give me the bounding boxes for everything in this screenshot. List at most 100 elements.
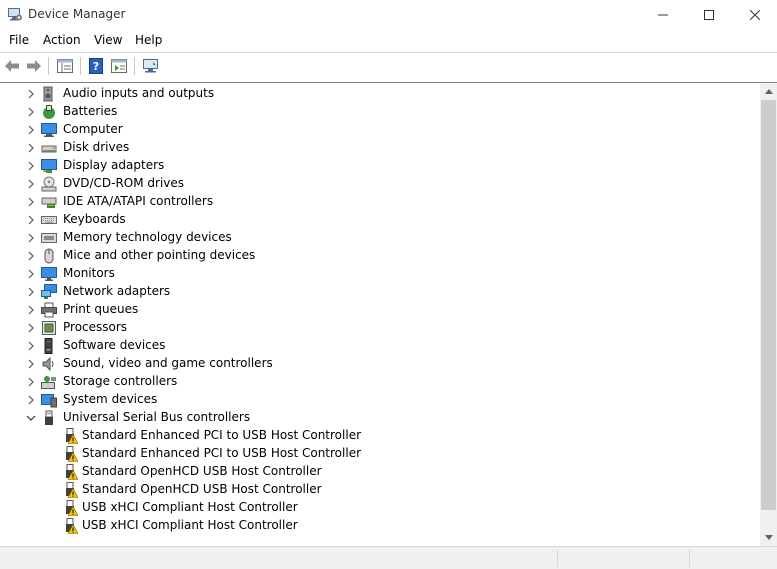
tree-category-universal-serial-bus-controllers[interactable]: Universal Serial Bus controllers <box>0 409 758 427</box>
back-button[interactable] <box>2 56 22 76</box>
tree-category-processors[interactable]: Processors <box>0 319 758 337</box>
usb-warning-icon <box>66 518 78 534</box>
usb-warning-icon <box>66 500 78 516</box>
menu-help[interactable]: Help <box>133 33 164 47</box>
chevron-right-icon[interactable] <box>26 160 36 172</box>
network-adapter-icon <box>41 284 57 299</box>
tree-device-label: Standard Enhanced PCI to USB Host Contro… <box>82 446 362 460</box>
chevron-right-icon[interactable] <box>26 358 36 370</box>
tree-category-ide-ata-atapi-controllers[interactable]: IDE ATA/ATAPI controllers <box>0 193 758 211</box>
tree-category-label: Audio inputs and outputs <box>63 86 215 100</box>
scroll-up-arrow-icon <box>764 89 773 94</box>
back-arrow-icon <box>5 60 19 72</box>
toolbar-separator <box>80 57 81 75</box>
computer-icon <box>41 123 57 137</box>
usb-warning-icon <box>66 482 78 498</box>
tree-device-usb-controller[interactable]: USB xHCI Compliant Host Controller <box>0 517 758 535</box>
tree-category-system-devices[interactable]: System devices <box>0 391 758 409</box>
chevron-right-icon[interactable] <box>26 196 36 208</box>
tree-category-label: IDE ATA/ATAPI controllers <box>63 194 214 208</box>
tree-category-dvd-cd-rom-drives[interactable]: DVD/CD-ROM drives <box>0 175 758 193</box>
tree-category-computer[interactable]: Computer <box>0 121 758 139</box>
menu-bar: File Action View Help <box>0 30 777 52</box>
scroll-down-button[interactable] <box>760 529 777 546</box>
tree-category-audio-inputs-and-outputs[interactable]: Audio inputs and outputs <box>0 85 758 103</box>
tree-device-usb-controller[interactable]: Standard Enhanced PCI to USB Host Contro… <box>0 445 758 463</box>
speaker-icon <box>43 86 53 102</box>
chevron-right-icon[interactable] <box>26 322 36 334</box>
device-tree[interactable]: Audio inputs and outputs Batteries Compu… <box>0 82 777 546</box>
chevron-right-icon[interactable] <box>26 214 36 226</box>
tree-category-monitors[interactable]: Monitors <box>0 265 758 283</box>
chevron-right-icon[interactable] <box>26 268 36 280</box>
tree-category-memory-technology-devices[interactable]: Memory technology devices <box>0 229 758 247</box>
tree-device-usb-controller[interactable]: Standard OpenHCD USB Host Controller <box>0 481 758 499</box>
chevron-right-icon[interactable] <box>26 340 36 352</box>
tree-category-sound-video-and-game-controllers[interactable]: Sound, video and game controllers <box>0 355 758 373</box>
tree-category-network-adapters[interactable]: Network adapters <box>0 283 758 301</box>
usb-warning-icon <box>66 428 78 444</box>
software-device-icon <box>44 338 53 354</box>
monitor-icon <box>41 267 57 281</box>
maximize-button[interactable] <box>686 0 732 30</box>
system-device-icon <box>41 394 57 408</box>
battery-icon <box>43 105 55 119</box>
properties-button[interactable] <box>55 56 75 76</box>
chevron-right-icon[interactable] <box>26 142 36 154</box>
chevron-right-icon[interactable] <box>26 250 36 262</box>
minimize-button[interactable] <box>640 0 686 30</box>
chevron-down-icon[interactable] <box>26 412 36 424</box>
help-icon: ? <box>89 58 103 74</box>
chevron-right-icon[interactable] <box>26 394 36 406</box>
menu-view[interactable]: View <box>92 33 124 47</box>
tree-category-disk-drives[interactable]: Disk drives <box>0 139 758 157</box>
tree-category-software-devices[interactable]: Software devices <box>0 337 758 355</box>
usb-warning-icon <box>66 446 78 462</box>
tree-category-label: Sound, video and game controllers <box>63 356 273 370</box>
tree-category-label: Storage controllers <box>63 374 178 388</box>
menu-action[interactable]: Action <box>41 33 83 47</box>
monitor-icon <box>143 59 158 73</box>
action-pane-icon <box>111 59 127 73</box>
minimize-icon <box>658 14 668 16</box>
tree-category-label: Software devices <box>63 338 166 352</box>
action-pane-button[interactable] <box>109 56 129 76</box>
forward-button[interactable] <box>24 56 44 76</box>
maximize-icon <box>704 10 714 20</box>
tree-category-storage-controllers[interactable]: Storage controllers <box>0 373 758 391</box>
chevron-right-icon[interactable] <box>26 376 36 388</box>
scroll-thumb[interactable] <box>761 100 776 510</box>
chevron-right-icon[interactable] <box>26 106 36 118</box>
title-bar[interactable]: Device Manager <box>0 0 777 30</box>
svg-text:?: ? <box>93 60 99 73</box>
tree-category-label: Network adapters <box>63 284 171 298</box>
chevron-right-icon[interactable] <box>26 178 36 190</box>
scan-hardware-button[interactable] <box>141 56 161 76</box>
usb-warning-icon <box>66 464 78 480</box>
chevron-right-icon[interactable] <box>26 232 36 244</box>
sound-icon <box>42 356 54 372</box>
storage-controller-icon <box>41 376 56 389</box>
chevron-right-icon[interactable] <box>26 286 36 298</box>
tree-device-usb-controller[interactable]: Standard OpenHCD USB Host Controller <box>0 463 758 481</box>
help-button[interactable]: ? <box>86 56 106 76</box>
menu-file[interactable]: File <box>7 33 31 47</box>
chevron-right-icon[interactable] <box>26 304 36 316</box>
tree-category-label: Memory technology devices <box>63 230 232 244</box>
chevron-right-icon[interactable] <box>26 88 36 100</box>
tree-category-batteries[interactable]: Batteries <box>0 103 758 121</box>
tree-device-usb-controller[interactable]: USB xHCI Compliant Host Controller <box>0 499 758 517</box>
tree-device-label: USB xHCI Compliant Host Controller <box>82 518 298 532</box>
tree-category-label: DVD/CD-ROM drives <box>63 176 185 190</box>
tree-category-keyboards[interactable]: Keyboards <box>0 211 758 229</box>
tree-category-mice-and-other-pointing-devices[interactable]: Mice and other pointing devices <box>0 247 758 265</box>
tree-device-usb-controller[interactable]: Standard Enhanced PCI to USB Host Contro… <box>0 427 758 445</box>
scroll-down-arrow-icon <box>764 535 773 540</box>
chevron-right-icon[interactable] <box>26 124 36 136</box>
tree-category-print-queues[interactable]: Print queues <box>0 301 758 319</box>
vertical-scrollbar[interactable] <box>760 83 777 546</box>
tree-category-display-adapters[interactable]: Display adapters <box>0 157 758 175</box>
close-button[interactable] <box>732 0 777 30</box>
scroll-up-button[interactable] <box>760 83 777 100</box>
tree-category-label: Print queues <box>63 302 139 316</box>
